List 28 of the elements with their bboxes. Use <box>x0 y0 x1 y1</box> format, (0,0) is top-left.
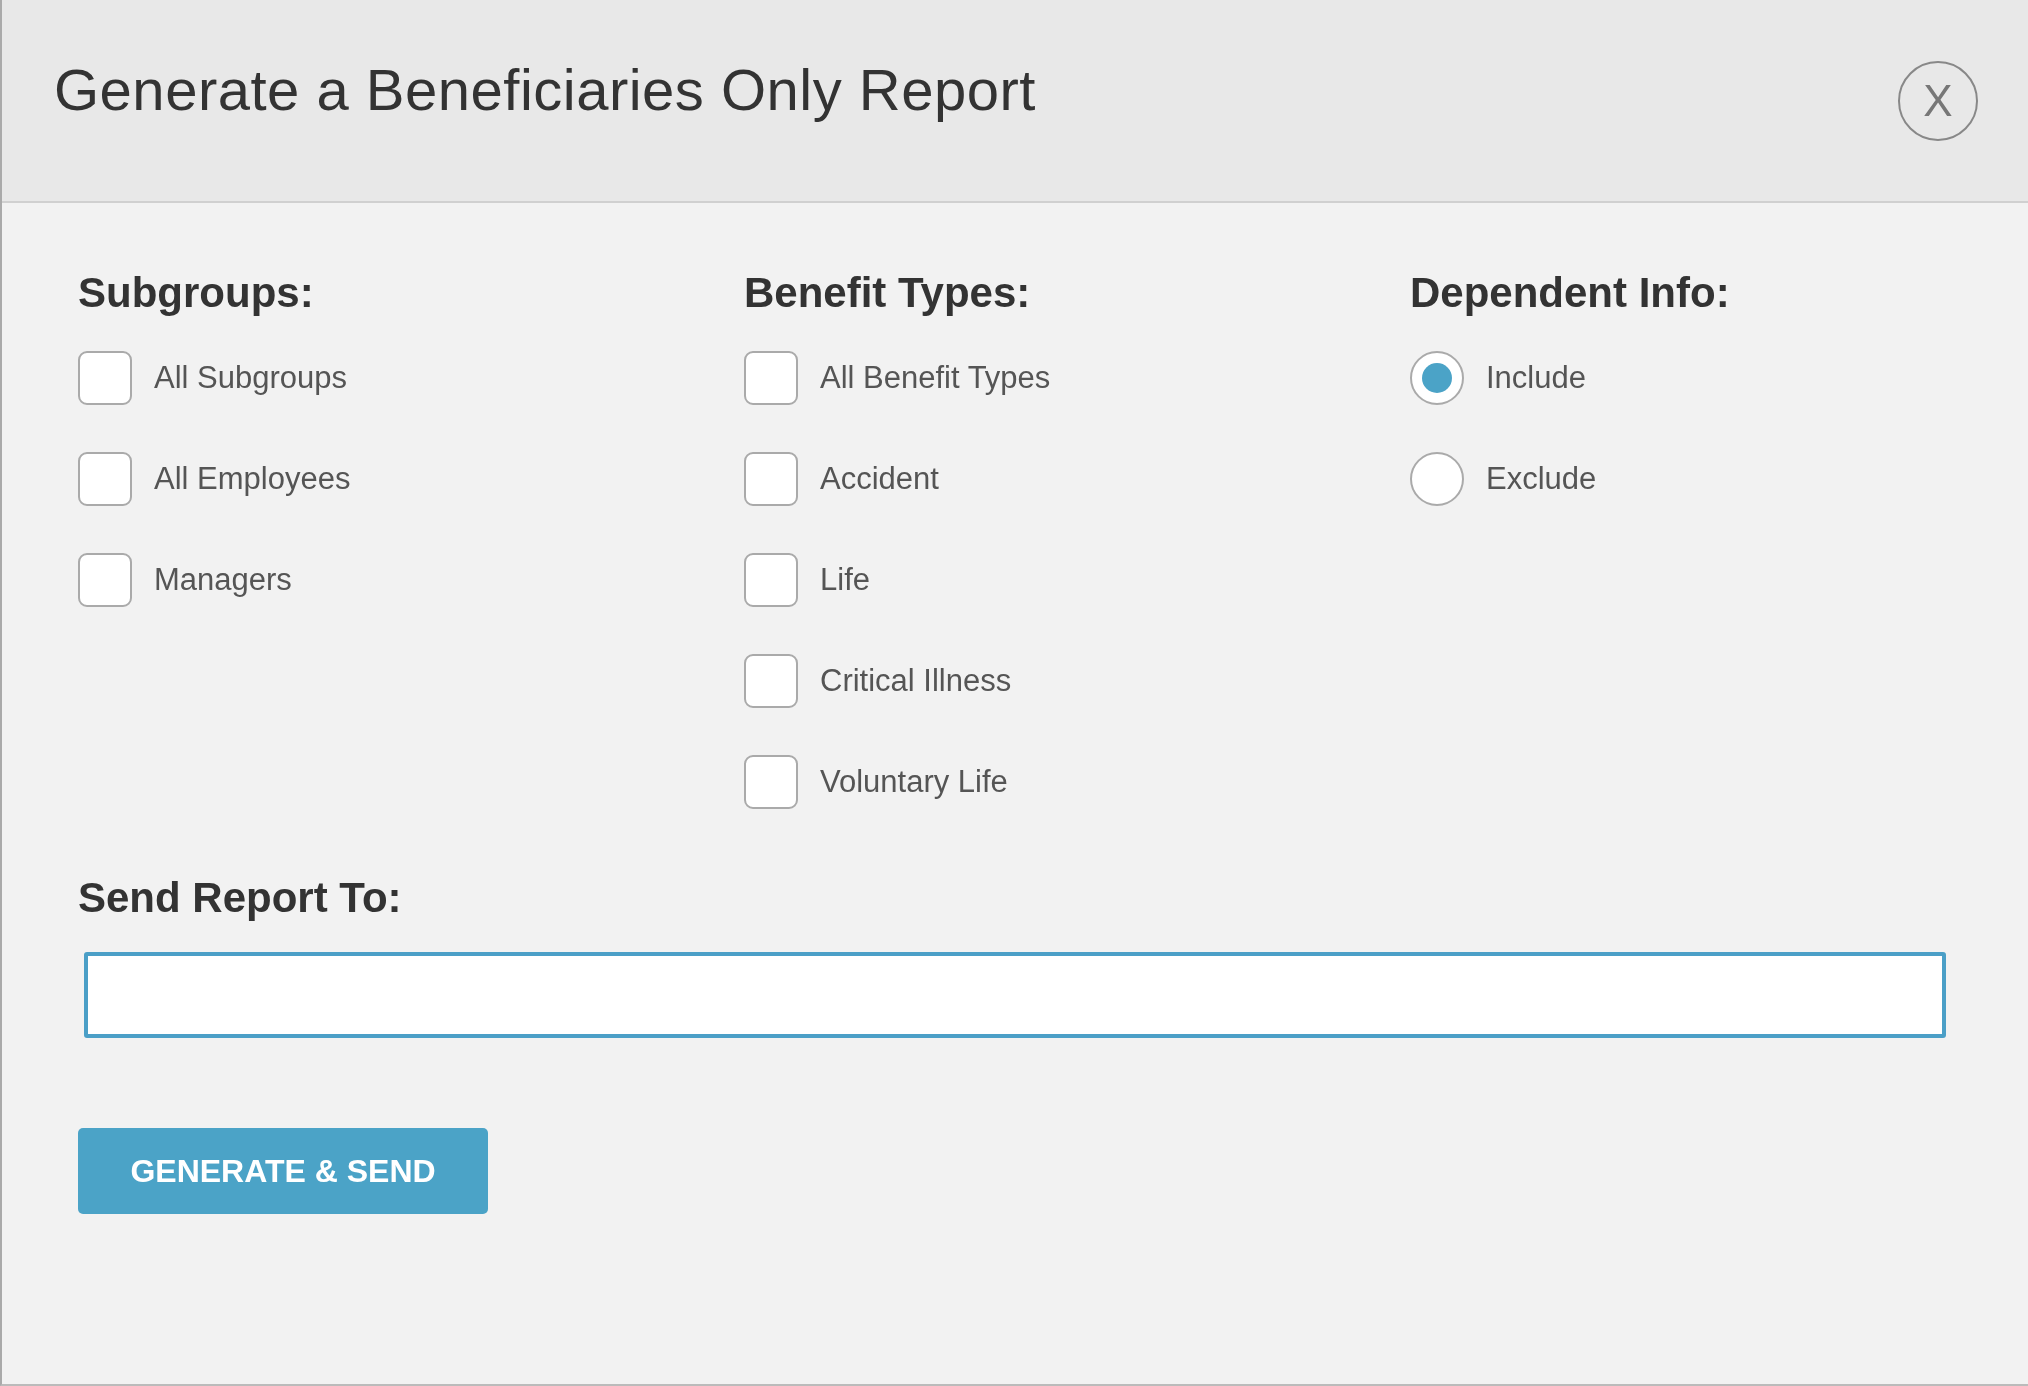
email-input-field[interactable] <box>84 952 1946 1038</box>
checkbox[interactable] <box>744 350 798 405</box>
checkbox[interactable] <box>744 653 798 708</box>
option-label: Critical Illness <box>820 662 1012 699</box>
option-label: Accident <box>820 460 939 497</box>
checkbox[interactable] <box>744 754 798 809</box>
generate-send-button[interactable]: GENERATE & SEND <box>78 1128 488 1214</box>
checkbox[interactable] <box>78 552 132 607</box>
section-heading: Send Report To: <box>78 874 403 922</box>
dialog-title: Generate a Beneficiaries Only Report <box>54 56 1036 123</box>
section-heading: Benefit Types: <box>744 269 1032 317</box>
radio-button[interactable] <box>1410 350 1464 405</box>
checkbox[interactable] <box>78 451 132 506</box>
section-heading: Dependent Info: <box>1410 269 1731 317</box>
option-label: Life <box>820 561 870 598</box>
option-label: All Employees <box>154 460 351 497</box>
checkbox[interactable] <box>744 451 798 506</box>
option-label: Managers <box>154 561 292 598</box>
section-heading: Subgroups: <box>78 269 315 317</box>
radio-button[interactable] <box>1410 451 1464 506</box>
option-label: Include <box>1486 359 1586 396</box>
option-label: All Subgroups <box>154 359 347 396</box>
option-label: Voluntary Life <box>820 763 1008 800</box>
option-label: Exclude <box>1486 460 1597 497</box>
close-button[interactable]: X <box>1898 60 1978 141</box>
checkbox[interactable] <box>78 350 132 405</box>
option-label: All Benefit Types <box>820 359 1051 396</box>
checkbox[interactable] <box>744 552 798 607</box>
